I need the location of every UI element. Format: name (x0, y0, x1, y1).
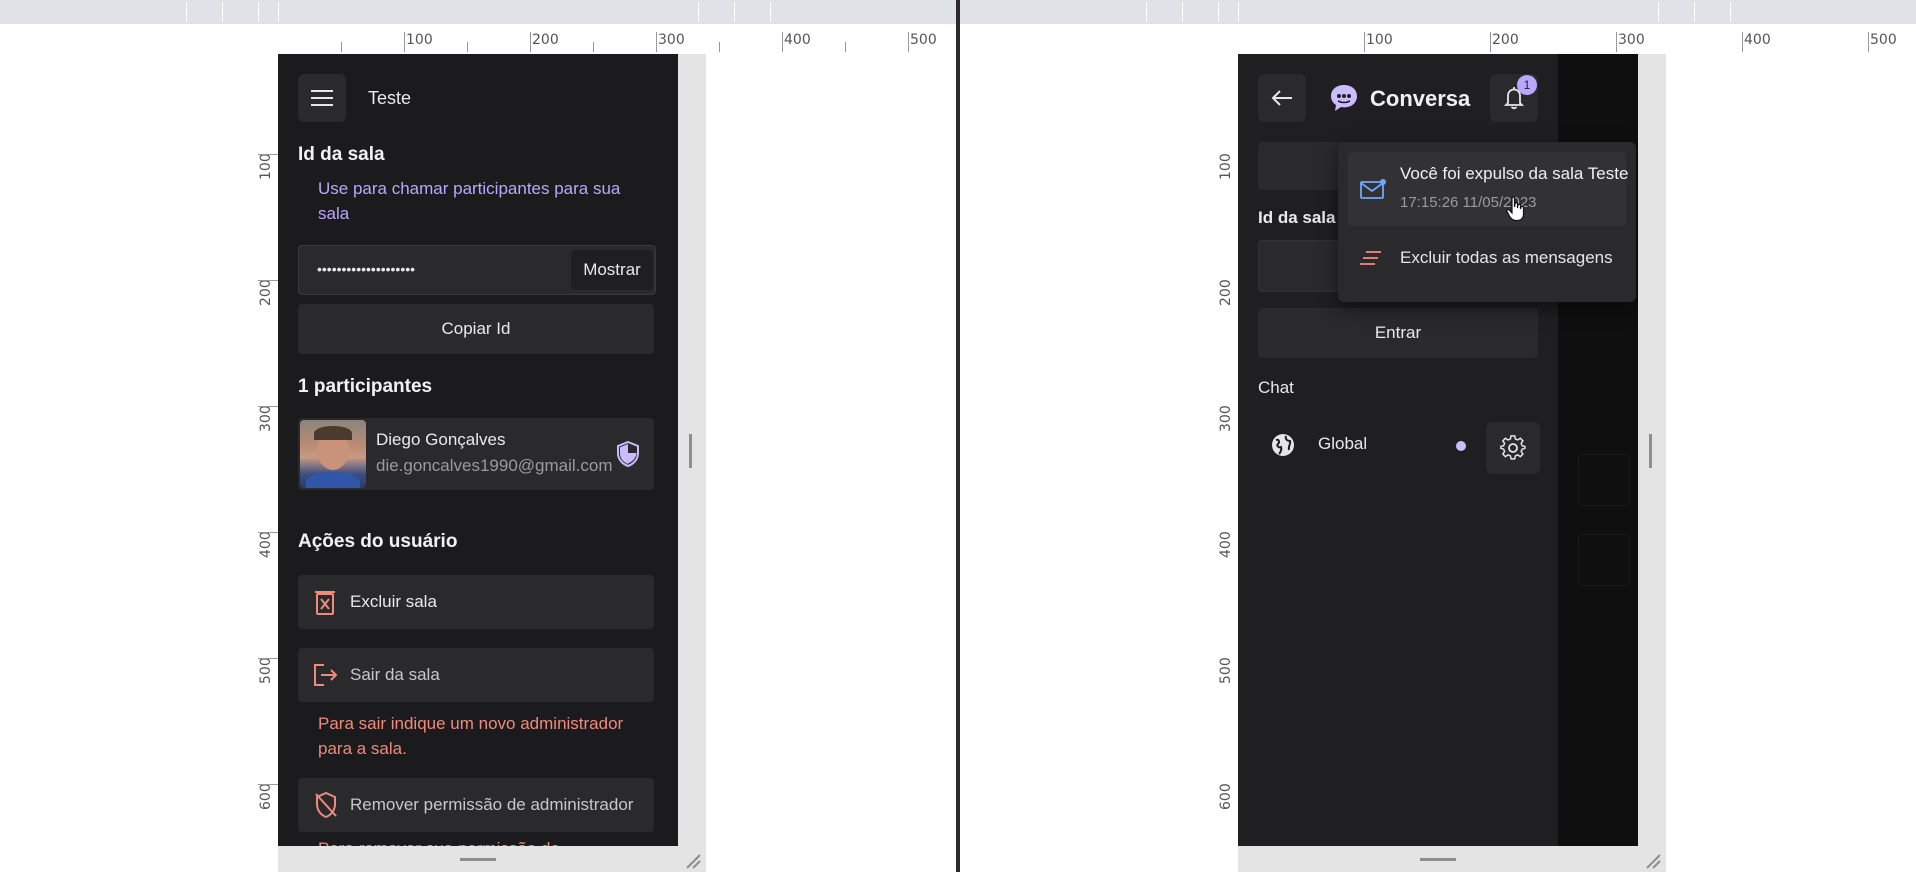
mail-icon (1360, 179, 1386, 199)
vertical-ruler: 100 200 300 400 500 600 (1218, 54, 1238, 872)
resize-handle-vertical[interactable] (460, 858, 496, 861)
room-title: Teste (368, 88, 412, 108)
trash-icon (315, 591, 335, 615)
resize-handle-horizontal[interactable] (1649, 434, 1652, 468)
ruler-label: 300 (1218, 405, 1234, 432)
arrow-left-icon (1271, 90, 1292, 106)
ruler-label: 100 (406, 32, 433, 48)
clear-notifications-button[interactable]: Excluir todas as mensagens (1348, 238, 1626, 278)
mobile-app-screen: Teste Id da sala Use para chamar partici… (278, 54, 678, 846)
chat-logo-icon (1331, 85, 1357, 111)
notification-title: Você foi expulso da sala Teste (1400, 164, 1629, 183)
chat-item-global[interactable]: Global (1258, 420, 1478, 470)
background-card (1578, 534, 1630, 586)
admin-shield-icon (617, 441, 639, 467)
room-id-masked-value: •••••••••••••••••••• (317, 261, 416, 277)
room-id-field[interactable]: •••••••••••••••••••• Mostrar (298, 245, 656, 295)
globe-icon (1272, 434, 1294, 456)
notification-item[interactable]: Você foi expulso da sala Teste 17:15:26 … (1348, 152, 1629, 226)
resize-corner-icon[interactable] (684, 852, 702, 870)
unread-dot (1456, 441, 1466, 451)
enter-button[interactable]: Entrar (1258, 308, 1538, 358)
notification-count-badge: 1 (1517, 75, 1537, 95)
ruler-label: 500 (910, 32, 937, 48)
ruler-label: 100 (1366, 32, 1393, 48)
gear-icon (1500, 435, 1526, 460)
resize-gutter-right (678, 54, 706, 872)
chat-heading: Chat (1258, 378, 1294, 397)
hamburger-icon (311, 90, 333, 106)
ruler-label: 600 (1218, 783, 1234, 810)
resize-handle-horizontal[interactable] (689, 434, 692, 468)
ruler-label: 500 (258, 657, 274, 684)
ruler-label: 300 (258, 405, 274, 432)
resize-gutter-right (1638, 54, 1666, 872)
devtools-toolbar (0, 0, 956, 24)
participant-email: die.goncalves1990@gmail.com (376, 456, 613, 475)
room-id-label: Id da sala (1258, 208, 1336, 227)
menu-button[interactable] (298, 74, 346, 122)
devtools-toolbar (960, 0, 1916, 24)
chat-settings-button[interactable] (1486, 422, 1540, 474)
notifications-dropdown: Você foi expulso da sala Teste 17:15:26 … (1338, 142, 1636, 302)
shield-off-icon (315, 791, 337, 819)
exit-icon (314, 664, 338, 686)
copy-id-button[interactable]: Copiar Id (298, 304, 654, 354)
vertical-ruler: 100 200 300 400 500 600 (258, 54, 278, 872)
ruler-label: 500 (1870, 32, 1897, 48)
clear-notifications-label: Excluir todas as mensagens (1400, 248, 1613, 267)
remove-admin-label: Remover permissão de administrador (350, 795, 634, 814)
ruler-label: 200 (1492, 32, 1519, 48)
remove-admin-warning: Para remover sua permissão de (318, 836, 638, 846)
ruler-label: 200 (532, 32, 559, 48)
hand-cursor-icon (1506, 196, 1525, 222)
participant-name: Diego Gonçalves (376, 430, 506, 449)
delete-room-label: Excluir sala (350, 592, 437, 611)
remove-admin-button[interactable]: Remover permissão de administrador (298, 778, 654, 832)
room-id-heading: Id da sala (298, 144, 385, 165)
ruler-label: 100 (258, 153, 274, 180)
ruler-label: 400 (1744, 32, 1771, 48)
background-card (1578, 454, 1630, 506)
participant-card[interactable]: Diego Gonçalves die.goncalves1990@gmail.… (298, 418, 654, 490)
clear-all-icon (1360, 251, 1381, 265)
mobile-app-screen: Conversa 1 Id da sala Entrar Chat Global… (1238, 54, 1638, 846)
ruler-label: 600 (258, 783, 274, 810)
resize-corner-icon[interactable] (1644, 852, 1662, 870)
participants-heading: 1 participantes (298, 376, 433, 397)
leave-room-warning: Para sair indique um novo administrador … (318, 714, 624, 758)
ruler-label: 200 (1218, 279, 1234, 306)
chat-item-label: Global (1318, 434, 1368, 453)
ruler-label: 200 (258, 279, 274, 306)
notifications-button[interactable]: 1 (1490, 74, 1538, 122)
participant-avatar (300, 420, 366, 488)
room-id-hint: Use para chamar participantes para sua s… (318, 179, 621, 223)
show-id-button[interactable]: Mostrar (571, 250, 653, 290)
device-preview-right: 100 200 300 400 500 100 200 300 400 500 … (960, 0, 1916, 872)
leave-room-label: Sair da sala (350, 665, 440, 684)
ruler-label: 400 (1218, 531, 1234, 558)
ruler-label: 300 (1618, 32, 1645, 48)
ruler-label: 100 (1218, 153, 1234, 180)
back-button[interactable] (1258, 74, 1306, 122)
ruler-label: 300 (658, 32, 685, 48)
delete-room-button[interactable]: Excluir sala (298, 575, 654, 629)
horizontal-ruler: 100 200 300 400 500 (278, 32, 956, 52)
resize-handle-vertical[interactable] (1420, 858, 1456, 861)
user-actions-heading: Ações do usuário (298, 531, 458, 552)
ruler-label: 400 (258, 531, 274, 558)
horizontal-ruler: 100 200 300 400 500 (1238, 32, 1916, 52)
app-title: Conversa (1370, 86, 1471, 111)
ruler-label: 400 (784, 32, 811, 48)
ruler-label: 500 (1218, 657, 1234, 684)
leave-room-button[interactable]: Sair da sala (298, 648, 654, 702)
device-preview-left: 100 200 300 400 500 100 200 300 400 500 … (0, 0, 956, 872)
